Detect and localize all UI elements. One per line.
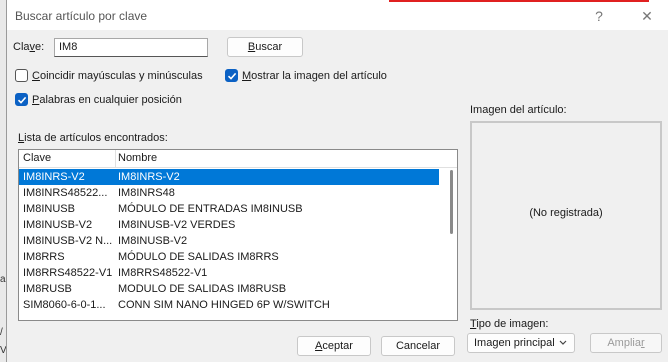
table-row[interactable]: SIM8060-6-0-1... CONN SIM NANO HINGED 6P … [19,297,439,313]
list-scrollbar[interactable] [450,170,453,234]
article-image-box: (No registrada) [470,121,662,310]
cell-clave: IM8INUSB [23,203,75,215]
cell-nombre: IM8INRS-V2 [118,171,180,183]
cell-clave: IM8INRS-V2 [23,171,85,183]
search-key-input[interactable]: IM8 [54,38,208,57]
table-row[interactable]: IM8INUSB-V2 N... IM8INUSB-V2 [19,233,439,249]
cell-nombre: MÓDULO DE ENTRADAS IM8INUSB [118,203,303,215]
title-bar: Buscar artículo por clave ? ✕ [7,0,668,30]
image-type-select[interactable]: Imagen principal [467,333,575,353]
cancel-button[interactable]: Cancelar [381,336,455,356]
accept-button[interactable]: Aceptar [297,336,371,356]
image-type-value: Imagen principal [474,337,555,349]
show-image-label[interactable]: Mostrar la imagen del artículo [242,70,387,82]
cell-clave: IM8INUSB-V2 N... [23,235,113,247]
list-header: Clave Nombre [19,150,457,168]
window-title: Buscar artículo por clave [15,9,148,23]
cell-nombre: IM8RRS48522-V1 [118,267,208,279]
cell-clave: IM8RRS48522-V1 [23,267,113,279]
match-case-label[interactable]: Coincidir mayúsculas y minúsculas [32,70,203,82]
column-separator[interactable] [115,150,116,167]
table-row[interactable]: IM8RRS48522-V1 IM8RRS48522-V1 [19,265,439,281]
table-row[interactable]: IM8INRS-V2 IM8INRS-V2 [19,169,439,185]
table-row[interactable]: IM8INRS48522... IM8INRS48 [19,185,439,201]
any-position-checkbox[interactable] [15,93,28,106]
search-button[interactable]: Buscar [227,37,303,57]
column-header-nombre[interactable]: Nombre [118,152,157,164]
table-row[interactable]: IM8RUSB MODULO DE SALIDAS IM8RUSB [19,281,439,297]
cell-nombre: IM8INRS48 [118,187,175,199]
enlarge-button[interactable]: Ampliar [590,333,662,353]
close-button[interactable]: ✕ [629,5,665,27]
cell-clave: IM8INUSB-V2 [23,219,93,231]
any-position-label[interactable]: Palabras en cualquier posición [32,94,182,106]
show-image-checkbox[interactable] [225,69,238,82]
results-label: Lista de artículos encontrados: [18,132,168,144]
image-type-label: Tipo de imagen: [470,318,549,330]
cell-clave: IM8RUSB [23,283,72,295]
cell-nombre: MÓDULO DE SALIDAS IM8RRS [118,251,279,263]
check-icon [17,96,27,104]
table-row[interactable]: IM8INUSB-V2 IM8INUSB-V2 VERDES [19,217,439,233]
image-panel-label: Imagen del artículo: [470,104,567,116]
search-dialog: Buscar artículo por clave ? ✕ Clave: IM8… [6,0,668,362]
cell-clave: IM8INRS48522... [23,187,108,199]
search-key-label: Clave: [13,41,45,53]
chevron-down-icon [559,340,567,345]
no-image-text: (No registrada) [529,207,603,219]
results-list[interactable]: Clave Nombre IM8INRS-V2 IM8INRS-V2 IM8INRS… [18,149,458,321]
cell-nombre: MODULO DE SALIDAS IM8RUSB [118,283,287,295]
cell-nombre: IM8INUSB-V2 [118,235,188,247]
check-icon [227,72,237,80]
title-accent-line [389,0,649,2]
cell-nombre: IM8INUSB-V2 VERDES [118,219,236,231]
column-header-clave[interactable]: Clave [23,152,51,164]
background-char: a [0,274,6,285]
match-case-checkbox[interactable] [15,69,28,82]
cell-clave: SIM8060-6-0-1... [23,299,106,311]
cell-nombre: CONN SIM NANO HINGED 6P W/SWITCH [118,299,330,311]
table-row[interactable]: IM8RRS MÓDULO DE SALIDAS IM8RRS [19,249,439,265]
table-row[interactable]: IM8INUSB MÓDULO DE ENTRADAS IM8INUSB [19,201,439,217]
help-button[interactable]: ? [581,5,617,27]
background-char: / [0,327,3,338]
cell-clave: IM8RRS [23,251,65,263]
